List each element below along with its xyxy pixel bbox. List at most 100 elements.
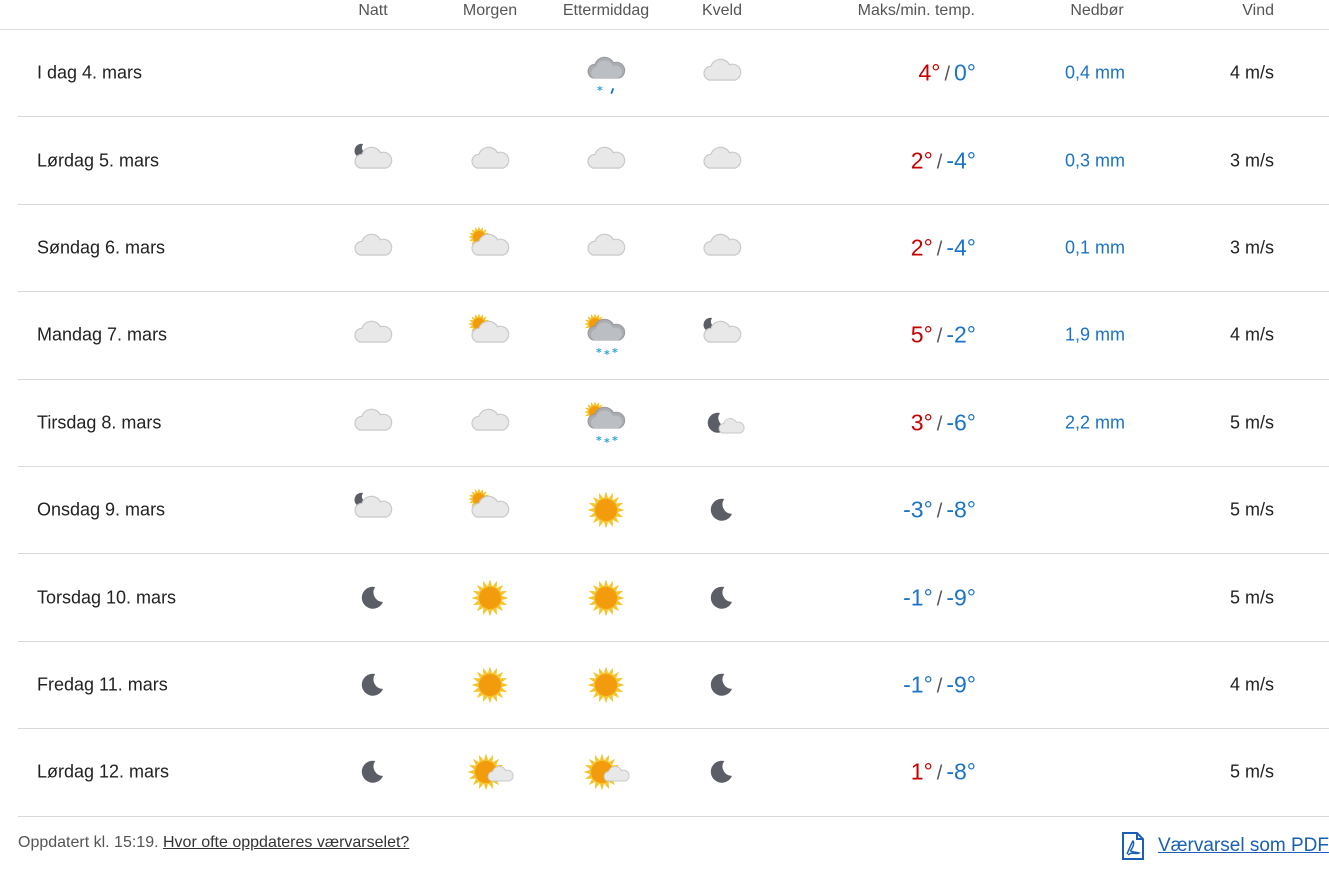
temperature-separator: / (944, 63, 950, 86)
min-temperature: -6° (946, 409, 976, 436)
wind-value: 5 m/s (1229, 412, 1274, 433)
precipitation-value: 0,3 mm (1064, 150, 1125, 171)
moon-icon (698, 661, 746, 709)
moon-icon (698, 748, 746, 796)
svg-text:*: * (612, 434, 618, 447)
svg-text:*: * (596, 434, 602, 447)
wind-value: 5 m/s (1229, 761, 1274, 782)
max-temperature: -1° (903, 671, 933, 698)
max-temperature: 2° (910, 147, 933, 174)
day-label: Lørdag 12. mars (37, 761, 170, 782)
sun-cloud-snow-icon: * * * (582, 399, 630, 447)
max-temperature: 3° (910, 409, 933, 436)
forecast-row[interactable]: Lørdag 5. mars 2° / -4° 0,3 mm 3 m/s (18, 117, 1329, 205)
sun-cloud-snow-icon: * * * (582, 311, 630, 359)
temperature-separator: / (936, 151, 943, 174)
max-temperature: 2° (910, 234, 933, 261)
temperature-range: 5° / -2° (911, 322, 976, 349)
max-temperature: -1° (903, 584, 933, 611)
sun-cloud-icon (466, 311, 514, 359)
forecast-table-header: Natt Morgen Ettermiddag Kveld Maks/min. … (0, 0, 1329, 30)
moon-icon (349, 574, 397, 622)
forecast-row[interactable]: I dag 4. mars * 4°/0° 0,4 mm 4 m/s (18, 30, 1329, 118)
min-temperature: 0° (954, 59, 976, 86)
moon-cloud-icon (349, 486, 397, 534)
wind-value: 4 m/s (1229, 324, 1274, 345)
temperature-separator: / (936, 588, 943, 611)
temperature-separator: / (936, 675, 943, 698)
day-label: Søndag 6. mars (37, 237, 166, 258)
sun-icon (582, 574, 630, 622)
forecast-row[interactable]: Mandag 7. mars * * * 5° / -2° 1,9 mm 4 m/s (18, 292, 1329, 380)
moon-icon (698, 486, 746, 534)
cloud-icon (349, 311, 397, 359)
svg-text:*: * (604, 348, 610, 359)
precipitation-value: 0,1 mm (1064, 237, 1125, 258)
temperature-range: 2° / -4° (911, 234, 976, 261)
min-temperature: -4° (946, 234, 976, 261)
header-temperature: Maks/min. temp. (857, 2, 975, 19)
moon-icon (349, 661, 397, 709)
header-wind: Vind (1242, 2, 1274, 19)
min-temperature: -9° (946, 584, 976, 611)
moon-cloud-icon (349, 137, 397, 185)
temperature-range: 3° / -6° (911, 409, 976, 436)
cloud-icon (698, 137, 746, 185)
temperature-separator: / (936, 413, 943, 436)
precipitation-value: 0,4 mm (1064, 62, 1125, 83)
moon-small-cloud-icon (698, 399, 746, 447)
day-label: Mandag 7. mars (37, 324, 168, 345)
forecast-row[interactable]: Tirsdag 8. mars * * * 3° / -6° 2,2 mm 5 m/s (18, 380, 1329, 467)
svg-text:*: * (612, 346, 618, 359)
cloud-icon (698, 49, 746, 97)
temperature-separator: / (936, 762, 943, 785)
sun-icon (466, 574, 514, 622)
min-temperature: -4° (946, 147, 976, 174)
sun-icon (466, 661, 514, 709)
sun-small-cloud-icon (582, 748, 630, 796)
day-label: Lørdag 5. mars (37, 150, 160, 171)
forecast-row[interactable]: Søndag 6. mars 2° / -4° 0,1 mm 3 m/s (18, 205, 1329, 293)
update-frequency-link[interactable]: Hvor ofte oppdateres værvarselet? (163, 834, 409, 851)
header-ettermiddag: Ettermiddag (562, 2, 650, 19)
day-label: Tirsdag 8. mars (37, 412, 162, 433)
temperature-range: -1° / -9° (903, 671, 976, 698)
header-precipitation: Nedbør (1070, 2, 1124, 19)
forecast-row[interactable]: Lørdag 12. mars 1° / -8° 5 m/s (18, 729, 1329, 817)
cloud-icon (349, 224, 397, 272)
temperature-separator: / (936, 238, 943, 261)
pdf-forecast-link[interactable]: Værvarsel som PDF (1120, 832, 1329, 860)
pdf-label: Værvarsel som PDF (1157, 835, 1329, 856)
forecast-row[interactable]: Fredag 11. mars -1° / -9° 4 m/s (18, 642, 1329, 730)
min-temperature: -9° (946, 671, 976, 698)
wind-value: 3 m/s (1229, 237, 1274, 258)
temperature-range: 4°/0° (918, 60, 976, 87)
svg-text:*: * (604, 436, 610, 447)
min-temperature: -8° (946, 758, 976, 785)
sun-icon (582, 486, 630, 534)
sun-cloud-icon (466, 486, 514, 534)
cloud-icon (698, 224, 746, 272)
max-temperature: 4° (918, 59, 941, 86)
temperature-range: 2° / -4° (911, 147, 976, 174)
forecast-row[interactable]: Onsdag 9. mars -3° / -8° 5 m/s (18, 467, 1329, 555)
forecast-row[interactable]: Torsdag 10. mars -1° / -9° 5 m/s (18, 554, 1329, 642)
cloud-icon (582, 224, 630, 272)
cloud-icon (582, 137, 630, 185)
moon-cloud-icon (698, 311, 746, 359)
svg-text:*: * (597, 84, 603, 97)
wind-value: 4 m/s (1229, 62, 1274, 83)
day-label: Fredag 11. mars (37, 674, 168, 695)
moon-icon (349, 748, 397, 796)
sun-small-cloud-icon (466, 748, 514, 796)
sun-icon (582, 661, 630, 709)
min-temperature: -8° (946, 496, 976, 523)
updated-text: Oppdatert kl. 15:19. (18, 834, 159, 851)
max-temperature: 1° (910, 758, 933, 785)
footer-updated: Oppdatert kl. 15:19. Hvor ofte oppdatere… (18, 834, 409, 852)
wind-value: 5 m/s (1229, 587, 1274, 608)
temperature-range: -1° / -9° (903, 584, 976, 611)
temperature-range: -3° / -8° (903, 497, 976, 524)
forecast-table-body: I dag 4. mars * 4°/0° 0,4 mm 4 m/s Lørdag 5. … (18, 30, 1329, 817)
header-kveld: Kveld (701, 2, 743, 19)
